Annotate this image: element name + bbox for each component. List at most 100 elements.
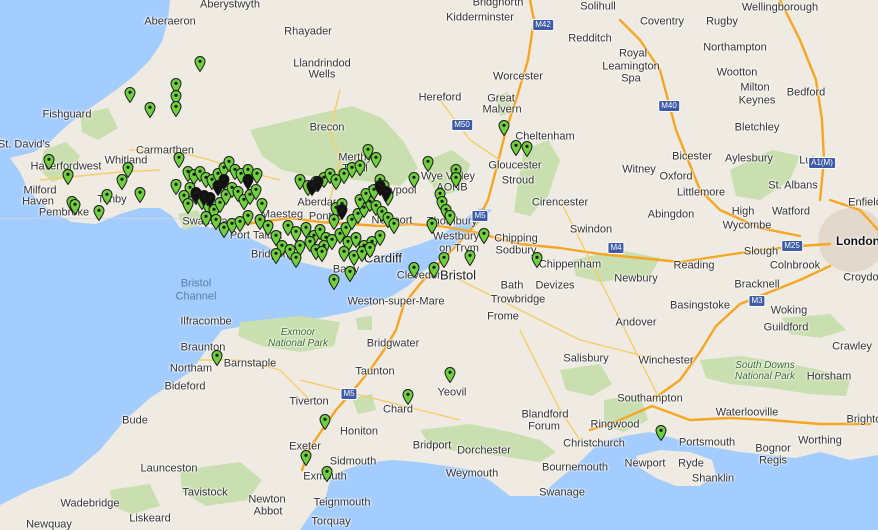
map-pin-icon	[218, 174, 230, 190]
map-pin-icon	[354, 160, 366, 176]
map-marker-dark[interactable]	[218, 174, 230, 190]
map-marker[interactable]	[242, 210, 254, 226]
map-pin-icon	[256, 198, 268, 214]
map-marker[interactable]	[422, 156, 434, 172]
place-label-bletchley: Bletchley	[734, 121, 780, 134]
map-marker[interactable]	[444, 367, 456, 383]
map-marker[interactable]	[354, 160, 366, 176]
map-pin-icon	[242, 174, 254, 190]
map-marker[interactable]	[101, 189, 113, 205]
map-marker[interactable]	[270, 248, 282, 264]
map-marker[interactable]	[426, 218, 438, 234]
map-marker-dark[interactable]	[380, 186, 392, 202]
place-label-bridgwater: Bridgwater	[366, 337, 420, 350]
place-label-sodbury: Sodbury	[495, 244, 537, 257]
map-marker[interactable]	[144, 102, 156, 118]
map-pin-icon	[124, 87, 136, 103]
map-marker[interactable]	[69, 199, 81, 215]
map-marker-dark[interactable]	[242, 174, 254, 190]
place-label-watford: Watford	[771, 205, 811, 218]
place-label-exmoor-national-park: Exmoor National Park	[267, 327, 329, 349]
place-label-malvern: Malvern	[482, 103, 522, 116]
place-label-bideford: Bideford	[164, 380, 206, 393]
map-pin-icon	[426, 218, 438, 234]
map-marker[interactable]	[211, 350, 223, 366]
place-label-guildford: Guildford	[763, 321, 809, 334]
map-marker[interactable]	[464, 250, 476, 266]
place-label-sidmouth: Sidmouth	[329, 455, 377, 468]
map-marker[interactable]	[531, 252, 543, 268]
place-label-teignmouth: Teignmouth	[313, 496, 371, 509]
map-marker[interactable]	[364, 242, 376, 258]
place-label-woking: Woking	[770, 304, 808, 317]
map-marker[interactable]	[43, 154, 55, 170]
place-label-abingdon: Abingdon	[647, 208, 695, 221]
map-pin-icon	[312, 176, 324, 192]
place-label-spa: Spa	[621, 72, 641, 85]
map-marker[interactable]	[444, 210, 456, 226]
map-marker[interactable]	[408, 262, 420, 278]
map[interactable]: Aberystwyth Bridgnorth Solihull Kidderminst…	[0, 0, 878, 530]
place-label-westbury: Westbury	[432, 230, 480, 243]
map-marker[interactable]	[116, 174, 128, 190]
map-marker[interactable]	[374, 230, 386, 246]
place-label-fishguard: Fishguard	[42, 108, 92, 121]
map-marker[interactable]	[62, 169, 74, 185]
map-marker[interactable]	[521, 141, 533, 157]
map-pin-icon	[319, 414, 331, 430]
place-label-bude: Bude	[122, 414, 148, 427]
place-label-yeovil: Yeovil	[437, 386, 467, 399]
place-label-basingstoke: Basingstoke	[670, 299, 730, 312]
map-marker[interactable]	[194, 56, 206, 72]
map-marker-dark[interactable]	[312, 176, 324, 192]
map-pin-icon	[290, 252, 302, 268]
map-marker[interactable]	[134, 187, 146, 203]
map-pin-icon	[464, 250, 476, 266]
map-marker[interactable]	[498, 120, 510, 136]
place-label-blandford: Blandford	[521, 408, 569, 421]
place-label-leamington: Leamington	[602, 60, 660, 73]
place-label-swanage: Swanage	[539, 486, 585, 499]
place-label-regis: Regis	[758, 454, 788, 467]
map-pin-icon	[380, 186, 392, 202]
map-marker[interactable]	[93, 205, 105, 221]
map-marker[interactable]	[510, 140, 522, 156]
map-pin-icon	[328, 274, 340, 290]
map-marker[interactable]	[300, 450, 312, 466]
map-marker-dark[interactable]	[336, 204, 348, 220]
road-shield-a1-m: A1(M)	[808, 157, 836, 169]
map-marker[interactable]	[170, 101, 182, 117]
map-marker[interactable]	[438, 252, 450, 268]
place-label-solihull: Solihull	[580, 0, 616, 13]
map-pin-icon	[444, 367, 456, 383]
map-pin-icon	[510, 140, 522, 156]
map-marker[interactable]	[344, 266, 356, 282]
map-marker[interactable]	[290, 252, 302, 268]
place-label-abbot: Abbot	[253, 505, 283, 518]
map-pin-icon	[521, 141, 533, 157]
map-marker[interactable]	[428, 262, 440, 278]
map-pin-icon	[444, 210, 456, 226]
map-marker[interactable]	[408, 172, 420, 188]
map-marker[interactable]	[402, 389, 414, 405]
map-marker[interactable]	[319, 414, 331, 430]
place-label-tavistock: Tavistock	[182, 486, 228, 499]
map-marker[interactable]	[316, 246, 328, 262]
map-pin-icon	[336, 204, 348, 220]
place-label-bristol-channel: Bristol Channel	[175, 277, 217, 302]
map-marker[interactable]	[370, 152, 382, 168]
road-shield-m4: M4	[607, 242, 625, 254]
map-marker[interactable]	[256, 198, 268, 214]
map-marker[interactable]	[124, 87, 136, 103]
map-pin-icon	[316, 246, 328, 262]
map-marker[interactable]	[655, 425, 667, 441]
map-marker[interactable]	[321, 466, 333, 482]
map-pin-icon	[408, 262, 420, 278]
map-marker[interactable]	[328, 274, 340, 290]
place-label-witney: Witney	[622, 163, 656, 176]
map-marker[interactable]	[388, 218, 400, 234]
place-label-honiton: Honiton	[340, 425, 378, 438]
map-marker[interactable]	[478, 228, 490, 244]
place-label-aberystwyth: Aberystwyth	[200, 0, 260, 11]
map-marker[interactable]	[450, 172, 462, 188]
